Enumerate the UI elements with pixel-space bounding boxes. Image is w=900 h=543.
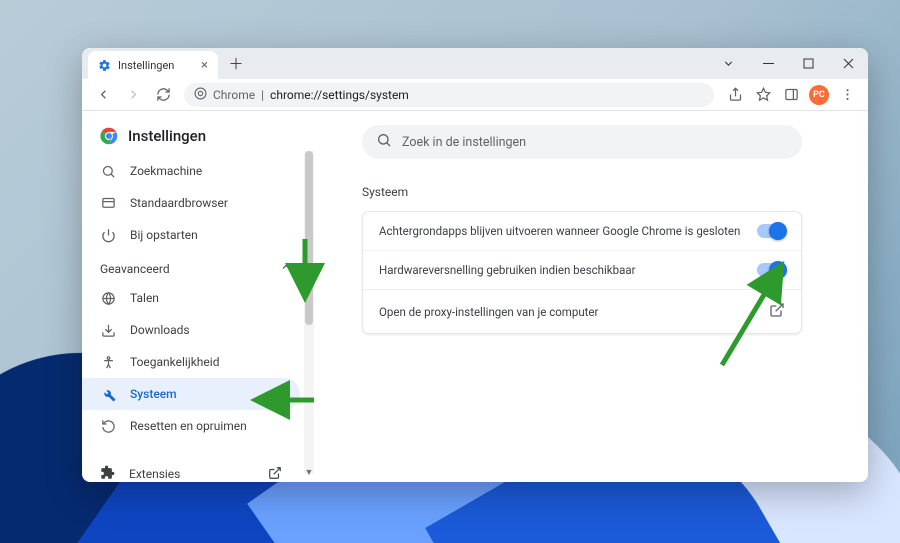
sidebar-advanced-header[interactable]: Geavanceerd (82, 251, 310, 282)
settings-nav[interactable]: Zoekmachine Standaardbrowser Bij opstart… (82, 155, 314, 482)
omnibox-host: Chrome (213, 88, 255, 102)
wrench-icon (100, 386, 116, 402)
toggle-background-apps[interactable] (757, 224, 785, 238)
tab-close-icon[interactable]: × (201, 58, 208, 73)
nav-back-button[interactable] (90, 82, 116, 108)
scrollbar-thumb[interactable] (305, 151, 313, 325)
system-settings-card: Achtergrondapps blijven uitvoeren wannee… (362, 211, 802, 334)
window-close-button[interactable] (828, 48, 868, 79)
window-maximize-button[interactable] (788, 48, 828, 79)
sidebar-item-label: Resetten en opruimen (130, 419, 247, 433)
gear-icon (98, 59, 111, 72)
window-minimize-button[interactable] (748, 48, 788, 79)
browser-window: Instellingen × ＋ Chrome | chrome://setti… (82, 48, 868, 482)
row-proxy-settings[interactable]: Open de proxy-instellingen van je comput… (363, 290, 801, 333)
open-external-icon (268, 466, 282, 483)
sidebar-item-label: Toegankelijkheid (130, 355, 219, 369)
scroll-down-icon[interactable]: ▼ (304, 467, 314, 477)
nav-forward-button[interactable] (120, 82, 146, 108)
sidebar-item-label: Systeem (130, 387, 177, 401)
window-more-icon[interactable] (708, 48, 748, 79)
profile-avatar[interactable]: PC (806, 82, 832, 108)
open-external-icon (769, 302, 785, 321)
row-label: Hardwareversnelling gebruiken indien bes… (379, 263, 636, 277)
nav-reload-button[interactable] (150, 82, 176, 108)
sidebar-scrollbar[interactable]: ▲ ▼ (304, 151, 314, 474)
sidebar-item-downloads[interactable]: Downloads (82, 314, 300, 346)
window-controls (708, 48, 868, 79)
search-placeholder: Zoek in de instellingen (402, 135, 526, 150)
toggle-knob (769, 261, 787, 279)
toggle-knob (769, 222, 787, 240)
share-icon[interactable] (722, 82, 748, 108)
menu-icon[interactable] (834, 82, 860, 108)
settings-main-panel: Zoek in de instellingen Systeem Achtergr… (314, 111, 868, 482)
search-icon (100, 163, 116, 179)
sidebar-item-system[interactable]: Systeem (82, 378, 300, 410)
settings-title-text: Instellingen (128, 127, 206, 145)
chrome-scheme-icon (194, 87, 207, 103)
page-content: Instellingen Zoekmachine Standaardbrowse… (82, 111, 868, 482)
bookmark-icon[interactable] (750, 82, 776, 108)
section-title-system: Systeem (362, 185, 844, 199)
download-icon (100, 322, 116, 338)
sidebar-item-on-startup[interactable]: Bij opstarten (82, 219, 300, 251)
extensions-label: Extensies (129, 467, 180, 481)
row-hardware-acceleration: Hardwareversnelling gebruiken indien bes… (363, 251, 801, 290)
settings-sidebar: Instellingen Zoekmachine Standaardbrowse… (82, 111, 314, 482)
sidebar-item-extensions[interactable]: Extensies (82, 456, 300, 482)
sidebar-item-label: Bij opstarten (130, 228, 198, 242)
reset-icon (100, 418, 116, 434)
sidebar-item-languages[interactable]: Talen (82, 282, 300, 314)
omnibox[interactable]: Chrome | chrome://settings/system (184, 83, 714, 107)
sidebar-item-label: Downloads (130, 323, 190, 337)
sidebar-item-default-browser[interactable]: Standaardbrowser (82, 187, 300, 219)
search-icon (376, 132, 392, 152)
sidepanel-icon[interactable] (778, 82, 804, 108)
new-tab-button[interactable]: ＋ (223, 51, 249, 77)
globe-icon (100, 290, 116, 306)
sidebar-item-search-engine[interactable]: Zoekmachine (82, 155, 300, 187)
row-background-apps: Achtergrondapps blijven uitvoeren wannee… (363, 212, 801, 251)
chevron-up-icon (280, 261, 292, 276)
toggle-hardware-acceleration[interactable] (757, 263, 785, 277)
search-settings-input[interactable]: Zoek in de instellingen (362, 125, 802, 159)
chrome-logo-icon (100, 127, 118, 145)
tab-title: Instellingen (118, 59, 174, 72)
omnibox-url: chrome://settings/system (270, 88, 409, 102)
extension-icon (100, 465, 115, 482)
sidebar-item-label: Standaardbrowser (130, 196, 228, 210)
accessibility-icon (100, 354, 116, 370)
row-label: Achtergrondapps blijven uitvoeren wannee… (379, 224, 740, 238)
titlebar: Instellingen × ＋ (82, 48, 868, 79)
browser-tab-settings[interactable]: Instellingen × (88, 51, 218, 79)
power-icon (100, 227, 116, 243)
sidebar-item-label: Zoekmachine (130, 164, 202, 178)
sidebar-item-accessibility[interactable]: Toegankelijkheid (82, 346, 300, 378)
sidebar-item-label: Talen (130, 291, 159, 305)
row-label: Open de proxy-instellingen van je comput… (379, 305, 598, 319)
advanced-label: Geavanceerd (100, 262, 170, 276)
settings-title: Instellingen (82, 123, 314, 155)
address-bar: Chrome | chrome://settings/system PC (82, 79, 868, 111)
sidebar-item-reset[interactable]: Resetten en opruimen (82, 410, 300, 442)
browser-icon (100, 195, 116, 211)
